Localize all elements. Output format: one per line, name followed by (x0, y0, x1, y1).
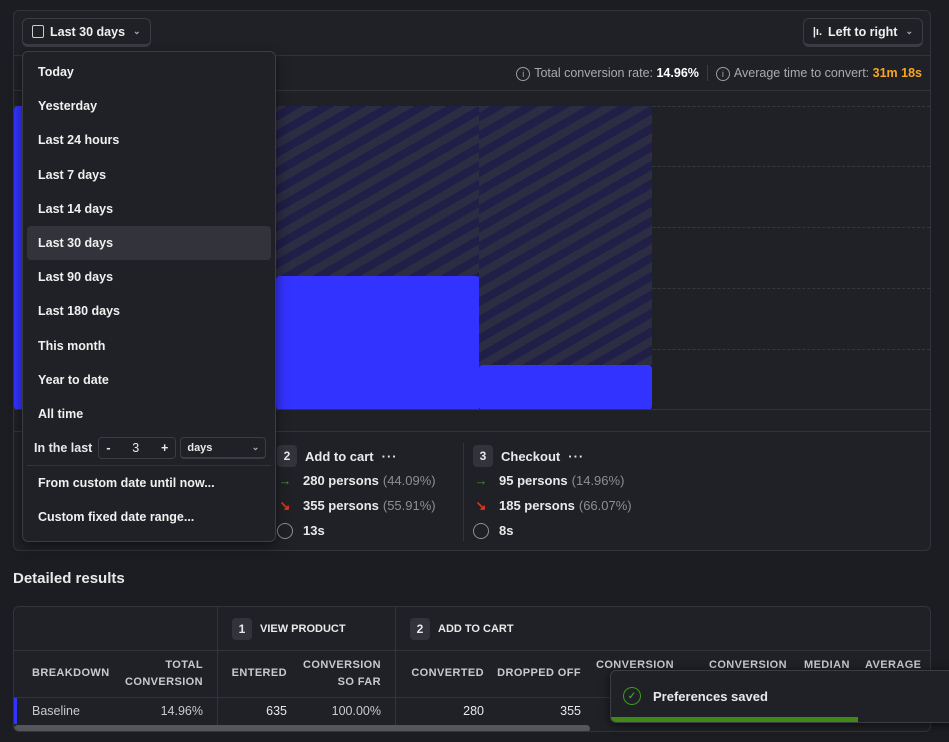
calendar-icon (32, 25, 44, 38)
decrement-button[interactable]: - (106, 441, 110, 455)
col-breakdown[interactable]: BREAKDOWN (32, 665, 110, 682)
date-range-button[interactable]: Last 30 days ⌄ (22, 18, 151, 47)
col-total-conversion[interactable]: TOTAL CONVERSION (119, 657, 203, 691)
more-icon[interactable]: ··· (568, 449, 584, 464)
col-conversion-so-far[interactable]: CONVERSION SO FAR (296, 657, 381, 691)
chevron-down-icon: ⌄ (905, 26, 913, 36)
col-dropped-off[interactable]: DROPPED OFF (494, 665, 581, 682)
funnel-stats: i Total conversion rate: 14.96% i Average … (516, 65, 922, 81)
group-add-to-cart: 2 ADD TO CART (410, 618, 514, 640)
date-range-menu: Today Yesterday Last 24 hours Last 7 days La… (22, 51, 276, 542)
menu-item[interactable]: Last 180 days (27, 294, 271, 328)
arrow-right-icon: → (474, 473, 488, 488)
menu-item[interactable]: Last 14 days (27, 192, 271, 226)
clock-icon (277, 522, 293, 539)
bar-add-to-cart[interactable] (276, 275, 480, 410)
menu-item[interactable]: Last 30 days (27, 225, 271, 261)
info-icon[interactable]: i (516, 66, 531, 81)
funnel-step: 3 Checkout ··· → 95 persons (14.96%) ↘ 185 pe… (473, 444, 632, 543)
detailed-results-title: Detailed results (13, 570, 125, 587)
menu-item[interactable]: Last 90 days (27, 260, 271, 294)
arrow-down-right-icon: ↘ (279, 497, 291, 513)
clock-icon (473, 522, 489, 539)
menu-item[interactable]: Last 24 hours (27, 123, 271, 157)
step-name: Add to cart (305, 448, 374, 464)
step-name: Checkout (501, 448, 561, 464)
group-view-product: 1 VIEW PRODUCT (232, 618, 346, 640)
chevron-down-icon: ⌄ (251, 442, 260, 453)
bar-chart-icon: |ı. (812, 25, 823, 38)
horizontal-scrollbar[interactable] (14, 725, 590, 731)
menu-item[interactable]: Today (27, 55, 271, 89)
count-value[interactable]: 3 (132, 441, 139, 455)
bar-checkout[interactable] (479, 364, 652, 410)
info-icon[interactable]: i (715, 66, 730, 81)
menu-item[interactable]: This month (27, 329, 271, 363)
count-stepper[interactable]: - 3 + (98, 437, 177, 460)
menu-item-custom-range[interactable]: Custom fixed date range... (27, 500, 271, 534)
menu-item[interactable]: All time (27, 397, 271, 431)
col-entered[interactable]: ENTERED (224, 665, 287, 682)
increment-button[interactable]: + (161, 441, 168, 455)
col-converted[interactable]: CONVERTED (404, 665, 484, 682)
more-icon[interactable]: ··· (382, 449, 398, 464)
menu-item-custom-from[interactable]: From custom date until now... (27, 466, 271, 500)
menu-item[interactable]: Yesterday (27, 89, 271, 123)
unit-select[interactable]: days ⌄ (180, 437, 267, 460)
arrow-down-right-icon: ↘ (475, 497, 487, 513)
menu-item[interactable]: Last 7 days (27, 158, 271, 192)
arrow-right-icon: → (278, 473, 292, 488)
check-circle-icon: ✓ (623, 687, 641, 705)
chevron-down-icon: ⌄ (133, 26, 141, 36)
toast-notification: ✓ Preferences saved (610, 670, 949, 723)
menu-item[interactable]: Year to date (27, 363, 271, 397)
funnel-step: 2 Add to cart ··· → 280 persons (44.09%) ↘ 35… (277, 444, 436, 543)
toast-progress (611, 717, 858, 722)
in-the-last-row: In the last - 3 + days ⌄ (23, 431, 275, 465)
layout-button[interactable]: |ı. Left to right ⌄ (802, 18, 923, 47)
